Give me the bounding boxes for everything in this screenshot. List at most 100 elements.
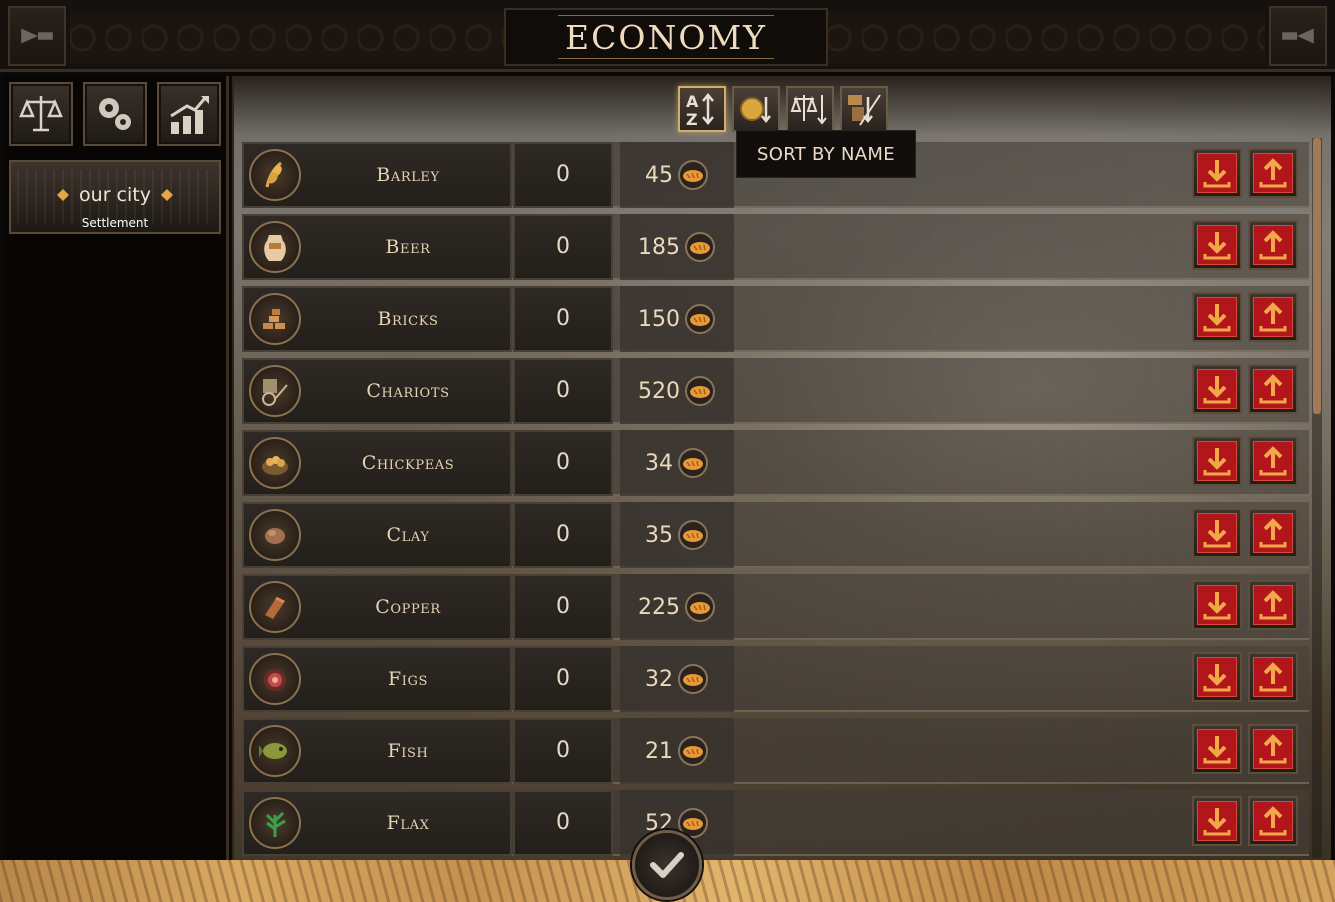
bricks-icon [249, 293, 301, 345]
svg-text:Z: Z [686, 110, 698, 129]
sell-button[interactable] [1192, 652, 1242, 702]
next-city-icon[interactable] [160, 189, 173, 201]
sort-by-name-button[interactable]: A Z [678, 86, 726, 132]
sort-by-price-button[interactable] [732, 86, 780, 132]
resource-row: Flax 0 52 [242, 790, 1309, 860]
resource-price-cell: 520 [620, 358, 734, 424]
sidebar: our city Settlement [3, 76, 229, 860]
sell-button[interactable] [1192, 724, 1242, 774]
bread-coin-icon [678, 664, 708, 694]
bread-coin-icon [685, 232, 715, 262]
chariot-icon [249, 365, 301, 417]
resource-stock: 0 [513, 142, 613, 208]
buy-button[interactable] [1248, 580, 1298, 630]
gears-icon[interactable] [83, 82, 147, 146]
resource-name-cell: Figs [242, 646, 512, 712]
arrow-up-icon [1259, 806, 1287, 836]
scrollbar[interactable] [1312, 138, 1322, 858]
sell-button[interactable] [1192, 220, 1242, 270]
arrow-down-icon [1203, 736, 1231, 764]
growth-chart-icon[interactable] [157, 82, 221, 146]
resource-stock: 0 [513, 790, 613, 856]
arrow-down-icon [1203, 808, 1231, 836]
sell-button[interactable] [1192, 508, 1242, 558]
buy-button[interactable] [1248, 796, 1298, 846]
resource-stock: 0 [513, 502, 613, 568]
resource-price: 34 [645, 450, 673, 476]
bread-coin-icon [678, 160, 708, 190]
resource-name: Copper [375, 596, 441, 618]
arrow-up-icon [1259, 374, 1287, 404]
arrow-down-icon [1203, 304, 1231, 332]
copper-ingot-icon [249, 581, 301, 633]
arrow-down-icon [1203, 592, 1231, 620]
title-plate: ECONOMY [504, 8, 828, 66]
sort-scales-icon [790, 95, 827, 125]
arrow-down-icon [1203, 664, 1231, 692]
header-bar: ECONOMY [0, 0, 1335, 72]
resource-name-cell: Flax [242, 790, 512, 856]
resource-name-cell: Chariots [242, 358, 512, 424]
resource-name-cell: Clay [242, 502, 512, 568]
previous-city-icon[interactable] [57, 189, 70, 201]
sort-by-goods-button[interactable] [840, 86, 888, 132]
page-title: ECONOMY [565, 17, 767, 57]
resource-name: Flax [386, 812, 430, 834]
resource-name-cell: Chickpeas [242, 430, 512, 496]
barley-icon [249, 149, 301, 201]
sort-tooltip: SORT BY NAME [736, 130, 916, 178]
sell-button[interactable] [1192, 148, 1242, 198]
horn-icon[interactable] [8, 6, 66, 66]
resource-price-cell: 32 [620, 646, 734, 712]
sell-button[interactable] [1192, 580, 1242, 630]
sell-button[interactable] [1192, 364, 1242, 414]
resource-name: Chariots [366, 380, 450, 402]
sort-az-icon: A Z [686, 92, 714, 129]
resource-stock: 0 [513, 214, 613, 280]
scales-icon[interactable] [9, 82, 73, 146]
resource-name: Chickpeas [361, 452, 455, 474]
confirm-button[interactable] [632, 830, 702, 900]
resource-row: Clay 0 35 [242, 502, 1309, 574]
sort-by-balance-button[interactable] [786, 86, 834, 132]
city-name: our city [79, 184, 151, 206]
resource-stock: 0 [513, 646, 613, 712]
horn-icon[interactable] [1269, 6, 1327, 66]
bread-coin-icon [685, 376, 715, 406]
arrow-up-icon [1259, 662, 1287, 692]
resource-stock: 0 [513, 358, 613, 424]
city-selector[interactable]: our city Settlement [9, 160, 221, 234]
sell-button[interactable] [1192, 436, 1242, 486]
buy-button[interactable] [1248, 292, 1298, 342]
clay-icon [249, 509, 301, 561]
buy-button[interactable] [1248, 508, 1298, 558]
buy-button[interactable] [1248, 652, 1298, 702]
buy-button[interactable] [1248, 364, 1298, 414]
resource-name: Fish [387, 740, 429, 762]
bread-coin-icon [685, 592, 715, 622]
buy-button[interactable] [1248, 148, 1298, 198]
arrow-up-icon [1259, 518, 1287, 548]
resource-stock: 0 [513, 286, 613, 352]
scroll-thumb[interactable] [1313, 138, 1321, 414]
arrow-up-icon [1259, 302, 1287, 332]
resource-row: Fish 0 21 [242, 718, 1309, 790]
fish-icon [249, 725, 301, 777]
city-type: Settlement [81, 216, 149, 230]
arrow-down-icon [1203, 232, 1231, 260]
arrow-up-icon [1259, 590, 1287, 620]
resource-price: 32 [645, 666, 673, 692]
fig-icon [249, 653, 301, 705]
sell-button[interactable] [1192, 796, 1242, 846]
sort-coin-icon [740, 97, 771, 124]
resource-price-cell: 225 [620, 574, 734, 640]
resource-price: 520 [638, 378, 680, 404]
buy-button[interactable] [1248, 724, 1298, 774]
arrow-up-icon [1259, 158, 1287, 188]
sort-toolbar: A Z [678, 86, 888, 132]
resource-row: Chariots 0 520 [242, 358, 1309, 430]
sell-button[interactable] [1192, 292, 1242, 342]
buy-button[interactable] [1248, 436, 1298, 486]
arrow-down-icon [1203, 160, 1231, 188]
buy-button[interactable] [1248, 220, 1298, 270]
